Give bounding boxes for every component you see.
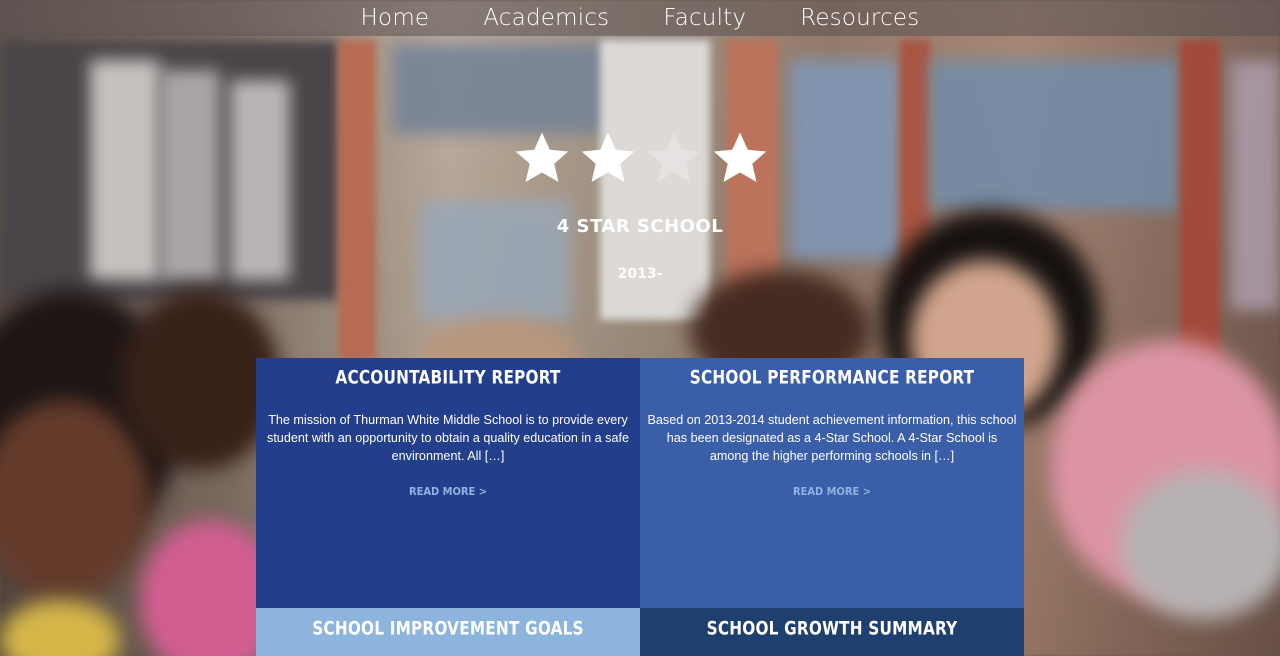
hero-year: 2013- — [617, 266, 663, 282]
nav-item-resources[interactable]: Resources — [800, 5, 919, 31]
read-more-link[interactable]: READ MORE > — [793, 485, 871, 498]
hero-title: 4 STAR SCHOOL — [556, 216, 724, 237]
star-icon — [512, 128, 572, 188]
card-title: SCHOOL IMPROVEMENT GOALS — [312, 617, 584, 641]
main-nav: Home Academics Faculty Resources — [0, 0, 1280, 36]
card-title: SCHOOL GROWTH SUMMARY — [706, 617, 958, 641]
accountability-report-card: ACCOUNTABILITY REPORT The mission of Thu… — [256, 358, 640, 608]
school-performance-report-card: SCHOOL PERFORMANCE REPORT Based on 2013-… — [640, 358, 1024, 608]
read-more-link[interactable]: READ MORE > — [409, 485, 487, 498]
nav-item-faculty[interactable]: Faculty — [663, 5, 746, 31]
nav-item-home[interactable]: Home — [361, 5, 430, 31]
star-icon — [578, 128, 638, 188]
card-excerpt: The mission of Thurman White Middle Scho… — [267, 413, 629, 463]
card-excerpt: Based on 2013-2014 student achievement i… — [647, 413, 1017, 463]
card-title: SCHOOL PERFORMANCE REPORT — [689, 366, 975, 390]
school-growth-summary-card[interactable]: SCHOOL GROWTH SUMMARY — [640, 608, 1024, 656]
card-title: ACCOUNTABILITY REPORT — [335, 366, 561, 390]
nav-item-academics[interactable]: Academics — [483, 5, 609, 31]
star-rating — [512, 128, 770, 188]
star-icon — [644, 128, 704, 188]
star-icon — [710, 128, 770, 188]
school-improvement-goals-card[interactable]: SCHOOL IMPROVEMENT GOALS — [256, 608, 640, 656]
